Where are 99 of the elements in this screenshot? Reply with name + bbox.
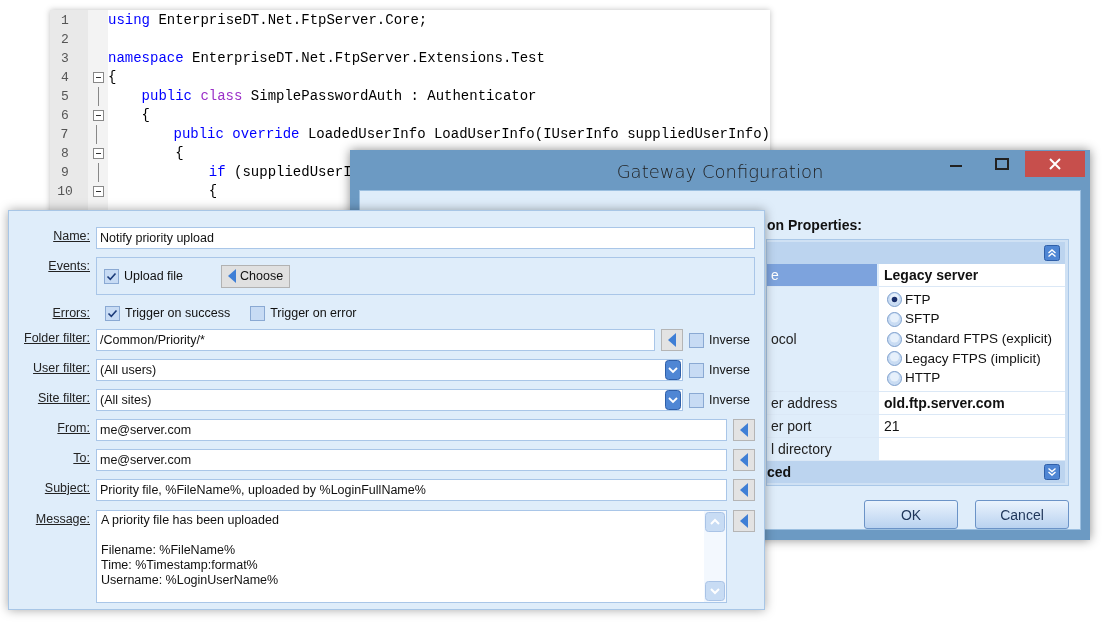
collapse-icon[interactable] bbox=[1044, 245, 1060, 262]
dialog-button[interactable]: OK bbox=[864, 500, 958, 529]
code-line: { bbox=[140, 106, 150, 125]
field-label: Events: bbox=[47, 258, 90, 275]
dialog-button[interactable]: Cancel bbox=[975, 500, 1069, 529]
line-number: 9 bbox=[60, 165, 70, 180]
checkbox-label: Inverse bbox=[709, 393, 750, 407]
checkbox-label: Inverse bbox=[709, 363, 750, 377]
radio-label: Standard FTPS (explicit) bbox=[905, 331, 1053, 347]
scroll-down-icon[interactable] bbox=[705, 581, 725, 601]
left-arrow-icon bbox=[228, 269, 237, 283]
scroll-up-icon[interactable] bbox=[705, 512, 725, 532]
code-line: { bbox=[174, 144, 184, 163]
field-label: To: bbox=[72, 450, 90, 467]
radio-label: HTTP bbox=[905, 370, 941, 387]
code-line: public override LoadedUserInfo LoadUserInfo(IUserInfo suppliedUserInfo) bbox=[172, 125, 770, 144]
property-value[interactable]: 21 bbox=[877, 415, 1065, 437]
radio-button[interactable] bbox=[887, 351, 902, 367]
grid-section-header[interactable]: ced bbox=[767, 461, 1065, 483]
text-field[interactable]: Notify priority upload bbox=[96, 227, 755, 249]
text-field[interactable]: Priority file, %FileName%, uploaded by %LoginFullName% bbox=[96, 479, 727, 501]
checkbox[interactable] bbox=[250, 305, 266, 321]
code-line: public class SimplePasswordAuth : Authenticator bbox=[140, 87, 537, 106]
window-title: Gateway Configuration bbox=[616, 161, 824, 182]
code-line: using EnterpriseDT.Net.FtpServer.Core; bbox=[108, 11, 428, 30]
scrollbar[interactable] bbox=[704, 511, 726, 602]
left-arrow-icon bbox=[740, 483, 748, 497]
radio-button[interactable] bbox=[887, 292, 902, 308]
code-line: namespace EnterpriseDT.Net.FtpServer.Extensions.Test bbox=[108, 49, 545, 68]
text-field[interactable]: me@server.com bbox=[96, 419, 727, 441]
property-label[interactable]: er address bbox=[767, 392, 877, 414]
maximize-icon bbox=[995, 158, 1009, 170]
code-line: { bbox=[207, 182, 218, 201]
checkbox-label: Trigger on error bbox=[270, 306, 357, 320]
text-field[interactable]: /Common/Priority/* bbox=[96, 329, 655, 351]
line-number: 4 bbox=[60, 70, 70, 85]
field-label: Errors: bbox=[51, 305, 90, 322]
radio-button[interactable] bbox=[887, 370, 902, 386]
insert-button[interactable] bbox=[733, 449, 755, 471]
property-label[interactable]: er port bbox=[767, 415, 877, 437]
insert-button[interactable] bbox=[733, 510, 755, 532]
dropdown-field[interactable]: (All users) bbox=[96, 359, 683, 381]
message-field[interactable]: A priority file has been uploaded Filename: %FileName% Time: %Timestamp:format% Username: %LoginUserName% bbox=[96, 510, 727, 603]
field-label: User filter: bbox=[32, 360, 90, 377]
expand-icon[interactable] bbox=[1044, 464, 1060, 480]
collapse-icon[interactable] bbox=[92, 148, 104, 159]
collapse-icon[interactable] bbox=[92, 186, 104, 197]
dropdown-icon[interactable] bbox=[665, 360, 681, 380]
line-number: 1 bbox=[60, 13, 70, 28]
insert-button[interactable] bbox=[733, 479, 755, 501]
field-label: Message: bbox=[34, 511, 90, 528]
line-number: 8 bbox=[60, 146, 70, 161]
text-field[interactable]: me@server.com bbox=[96, 449, 727, 471]
section-title: ced bbox=[767, 464, 792, 480]
field-label: Subject: bbox=[43, 480, 90, 497]
line-number: 7 bbox=[59, 127, 70, 142]
left-arrow-icon bbox=[740, 423, 748, 437]
radio-label: Legacy FTPS (implicit) bbox=[905, 350, 1041, 367]
line-number: 2 bbox=[60, 32, 70, 47]
line-number: 6 bbox=[60, 108, 70, 123]
dropdown-icon[interactable] bbox=[665, 390, 681, 410]
insert-button[interactable] bbox=[661, 329, 683, 351]
checkbox[interactable] bbox=[105, 305, 120, 321]
radio-label: SFTP bbox=[905, 311, 940, 328]
code-line: if (suppliedUserI bbox=[207, 163, 352, 182]
line-number: 10 bbox=[56, 184, 74, 199]
checkbox-label: Trigger on success bbox=[125, 306, 231, 320]
line-number: 5 bbox=[60, 89, 70, 104]
left-arrow-icon bbox=[740, 453, 748, 467]
dropdown-field[interactable]: (All sites) bbox=[96, 389, 683, 411]
property-value[interactable]: old.ftp.server.com bbox=[877, 392, 1065, 414]
property-label[interactable]: l directory bbox=[767, 438, 877, 460]
radio-button[interactable] bbox=[887, 331, 902, 347]
checkbox[interactable] bbox=[689, 362, 704, 378]
grid-section-header[interactable] bbox=[767, 242, 1065, 265]
left-arrow-icon bbox=[668, 333, 676, 347]
collapse-icon[interactable] bbox=[92, 72, 104, 83]
close-icon bbox=[1049, 158, 1061, 170]
left-arrow-icon bbox=[740, 514, 748, 528]
field-label: Name: bbox=[52, 228, 90, 245]
choose-button[interactable]: Choose bbox=[221, 264, 291, 288]
insert-button[interactable] bbox=[733, 419, 755, 441]
field-label: From: bbox=[56, 420, 90, 437]
code-line: { bbox=[108, 68, 117, 87]
collapse-icon[interactable] bbox=[92, 110, 104, 121]
property-value[interactable]: Legacy server bbox=[877, 264, 1065, 287]
radio-button[interactable] bbox=[887, 311, 902, 327]
close-button[interactable] bbox=[1025, 151, 1085, 177]
checkbox-label: Inverse bbox=[709, 333, 750, 347]
section-heading: on Properties: bbox=[766, 216, 863, 235]
radio-label: FTP bbox=[905, 291, 931, 308]
field-label: Folder filter: bbox=[23, 330, 90, 347]
property-label[interactable]: ocol bbox=[767, 287, 877, 391]
checkbox-label: Upload file bbox=[124, 269, 184, 283]
checkbox[interactable] bbox=[689, 392, 704, 408]
line-number: 3 bbox=[60, 51, 70, 66]
checkbox[interactable] bbox=[689, 332, 704, 348]
field-label: Site filter: bbox=[36, 390, 90, 407]
checkbox[interactable] bbox=[104, 268, 119, 284]
